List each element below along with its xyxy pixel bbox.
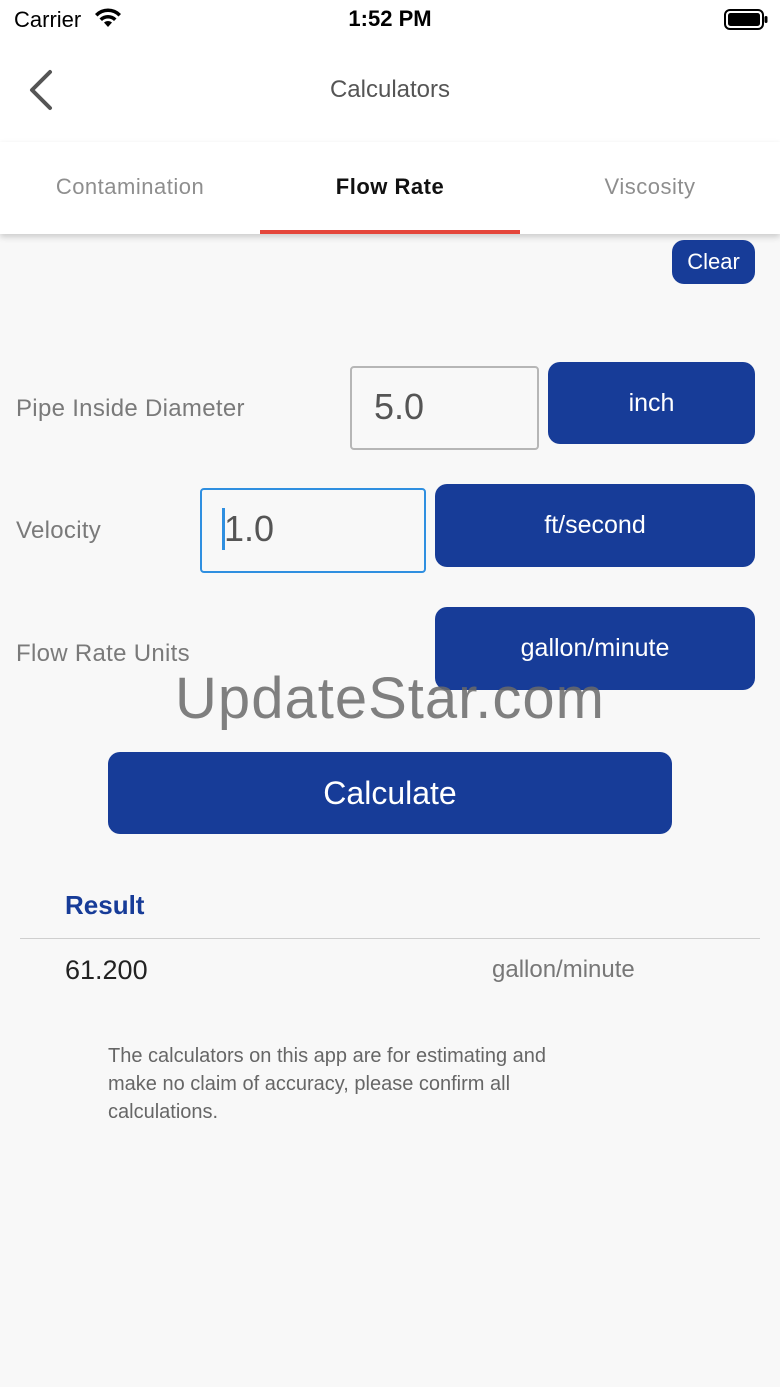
pipe-diameter-input[interactable]: 5.0 [350, 366, 539, 450]
tab-flow-rate[interactable]: Flow Rate [260, 142, 520, 234]
watermark: UpdateStar.com [175, 666, 605, 731]
tab-viscosity[interactable]: Viscosity [520, 142, 780, 234]
result-value: 61.200 [65, 955, 148, 985]
velocity-label: Velocity [16, 517, 102, 544]
page-title: Calculators [329, 76, 451, 103]
pipe-diameter-unit-button[interactable]: inch [548, 362, 755, 444]
battery-icon [724, 9, 768, 30]
flow-rate-units-label: Flow Rate Units [16, 640, 190, 667]
tab-active-indicator [260, 230, 520, 234]
nav-bar: Calculators [0, 40, 780, 142]
velocity-input-value: 1.0 [224, 508, 275, 549]
result-divider [20, 938, 760, 939]
velocity-input[interactable]: 1.0 [200, 488, 426, 573]
velocity-unit-button[interactable]: ft/second [435, 484, 755, 567]
result-heading: Result [65, 890, 145, 920]
clock: 1:52 PM [348, 6, 432, 31]
result-unit: gallon/minute [492, 956, 635, 983]
pipe-diameter-label: Pipe Inside Diameter [16, 395, 245, 422]
tab-bar: Contamination Flow Rate Viscosity [0, 142, 780, 234]
status-bar: Carrier 1:52 PM [0, 0, 780, 40]
clear-button[interactable]: Clear [672, 240, 755, 284]
tab-contamination[interactable]: Contamination [0, 142, 260, 234]
disclaimer-text: The calculators on this app are for esti… [108, 1045, 547, 1123]
text-caret [222, 508, 225, 550]
calculate-button[interactable]: Calculate [108, 752, 672, 834]
